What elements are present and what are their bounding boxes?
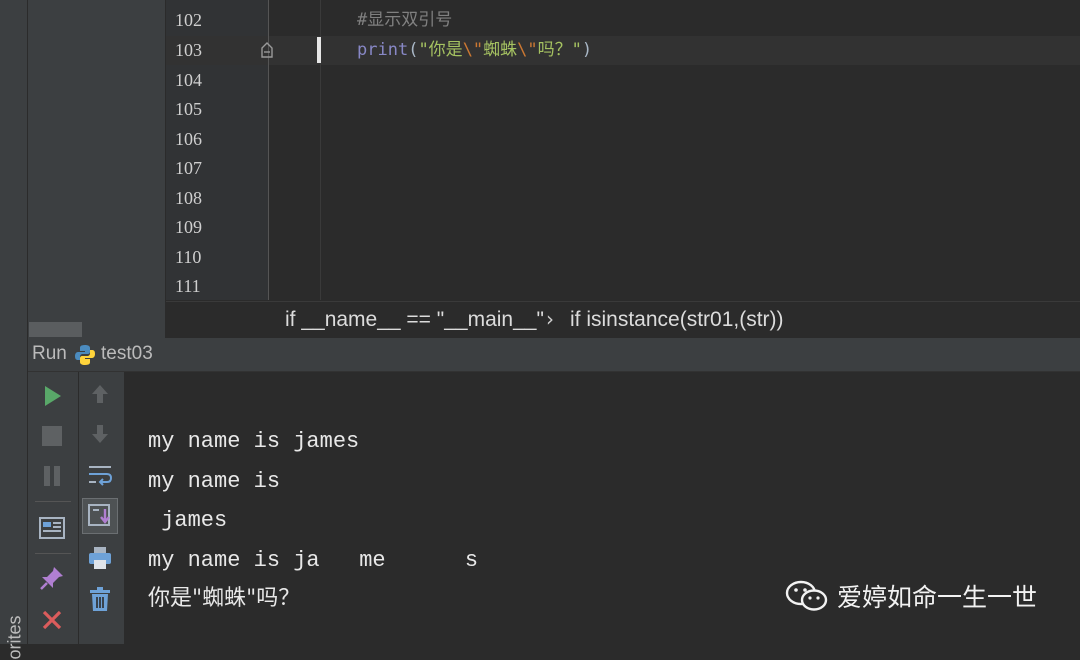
line-number: 103 <box>175 40 202 60</box>
toolbar-separator <box>35 553 71 554</box>
stop-icon[interactable] <box>37 421 67 451</box>
watermark: 爱婷如命一生一世 <box>785 576 1037 616</box>
wechat-icon <box>785 580 828 611</box>
paren-open: ( <box>408 40 419 60</box>
run-tool-window-header <box>28 338 1080 372</box>
line-number: 111 <box>175 276 201 296</box>
console-line: james <box>148 508 228 533</box>
escape-sequence: \" <box>517 40 538 60</box>
watermark-text: 爱婷如命一生一世 <box>837 583 1038 612</box>
line-number: 105 <box>175 99 202 119</box>
string-part: 蜘蛛 <box>483 40 518 60</box>
line-number: 102 <box>175 10 202 30</box>
layout-icon[interactable] <box>37 513 67 543</box>
run-configuration-tab[interactable]: test03 <box>101 343 153 365</box>
pin-icon[interactable] <box>37 563 67 593</box>
toolbar-separator <box>35 501 71 502</box>
console-line: my name is <box>148 469 281 494</box>
print-icon[interactable] <box>85 543 115 573</box>
escape-sequence: \" <box>462 40 484 60</box>
project-panel <box>28 0 165 338</box>
paren-close: ) <box>581 40 593 60</box>
console-line: my name is james <box>148 429 360 454</box>
soft-wrap-icon[interactable] <box>85 460 115 490</box>
line-number: 109 <box>175 217 202 237</box>
builtin-print: print <box>357 40 409 60</box>
code-line-comment: #显示双引号 <box>357 10 453 30</box>
pause-icon[interactable] <box>37 461 67 491</box>
favorites-tab-label: orites <box>4 615 25 660</box>
scroll-to-end-icon <box>85 501 115 531</box>
string-part: "你是 <box>418 40 463 60</box>
console-line: 你是"蜘蛛"吗？ <box>148 586 301 611</box>
favorites-tab[interactable]: orites <box>0 560 27 659</box>
run-tool-window-title: Run <box>32 343 67 364</box>
breadcrumb-item-main-guard[interactable]: if __name__ == "__main__" <box>285 308 544 332</box>
close-icon[interactable] <box>37 605 67 635</box>
breadcrumb-item-isinstance[interactable]: if isinstance(str01,(str)) <box>570 308 784 332</box>
line-number: 104 <box>175 69 202 90</box>
console-line: my name is ja me s <box>148 548 479 573</box>
run-toolbar-primary <box>28 372 78 644</box>
project-panel-scrollbar[interactable] <box>29 322 82 337</box>
fold-marker-icon[interactable] <box>260 42 274 58</box>
python-icon <box>75 345 95 365</box>
code-line-print: print("你是\"蜘蛛\"吗？") <box>357 36 592 66</box>
current-line-highlight <box>166 36 1080 65</box>
trash-icon[interactable] <box>85 584 115 614</box>
line-number: 107 <box>175 158 202 178</box>
left-tool-strip <box>0 0 28 644</box>
breadcrumb-separator: › <box>546 307 554 331</box>
line-number: 110 <box>175 246 202 267</box>
up-arrow-icon[interactable] <box>85 379 115 409</box>
text-caret <box>317 37 321 63</box>
string-part: 吗？" <box>537 40 582 60</box>
line-number: 108 <box>175 187 202 208</box>
rerun-icon[interactable] <box>37 381 67 411</box>
down-arrow-icon[interactable] <box>85 419 115 449</box>
line-number: 106 <box>175 128 202 149</box>
